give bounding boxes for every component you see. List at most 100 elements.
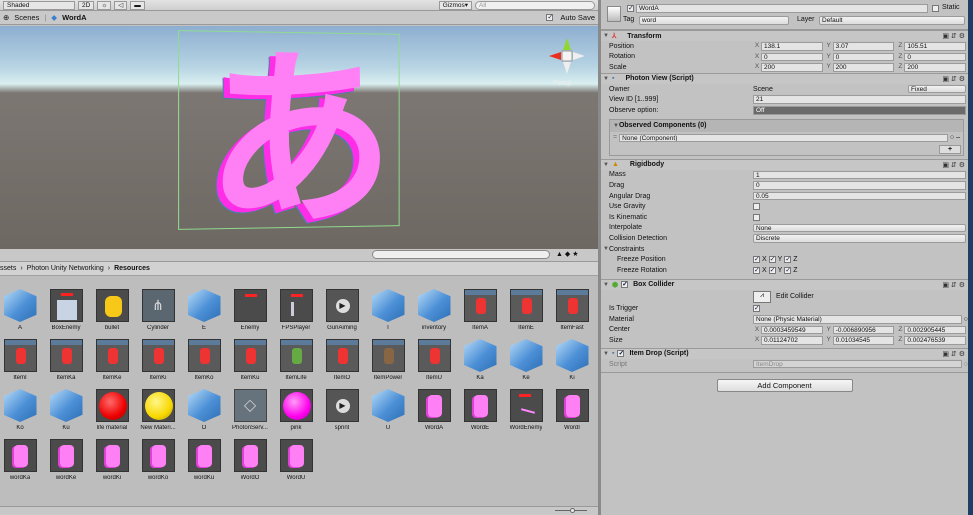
freeze-rot-y[interactable]: ✓	[768, 266, 776, 274]
is-kinematic-checkbox[interactable]	[753, 213, 760, 221]
asset-item-itemke[interactable]: ItemKe	[92, 339, 132, 381]
box-collider-header[interactable]: ▼ ⬢ ✓ Box Collider ▣ ⇵ ⚙	[601, 278, 968, 290]
asset-item-itemka[interactable]: ItemKa	[46, 339, 86, 381]
asset-item-itemki[interactable]: ItemKi	[138, 339, 178, 381]
asset-item-wordi[interactable]: WordI	[552, 389, 592, 431]
asset-item-worda[interactable]: WordA	[414, 389, 454, 431]
asset-item-itemku[interactable]: ItemKu	[230, 339, 270, 381]
view-id-field[interactable]: 21	[753, 95, 966, 104]
projection-label[interactable]: Persp	[553, 80, 571, 87]
filter-icons[interactable]: ▲ ◆ ★	[556, 250, 578, 258]
is-trigger-checkbox[interactable]: ✓	[753, 305, 760, 313]
shading-dropdown[interactable]: Shaded	[3, 0, 75, 10]
observe-dropdown[interactable]: Off	[753, 106, 966, 115]
static-checkbox[interactable]	[932, 5, 939, 12]
item-drop-enabled[interactable]: ✓	[617, 350, 625, 358]
effects-toggle-icon[interactable]: ▬	[130, 0, 145, 10]
constraints-foldout[interactable]: Constraints	[609, 246, 644, 253]
asset-item-life-material[interactable]: life material	[92, 389, 132, 431]
name-field[interactable]: WordA	[636, 4, 928, 13]
freeze-rot-x[interactable]: ✓	[753, 266, 760, 274]
owner-mode-dropdown[interactable]: Fixed	[908, 84, 966, 94]
asset-item-wordki[interactable]: wordKi	[92, 439, 132, 481]
asset-item-wordenemy[interactable]: WordEnemy	[506, 389, 546, 431]
asset-item-e[interactable]: E	[184, 289, 224, 331]
gizmos-dropdown[interactable]: Gizmos ▾	[438, 0, 472, 10]
layer-dropdown[interactable]: Default	[819, 16, 965, 25]
asset-item-ki[interactable]: Ki	[552, 339, 592, 381]
box-collider-enabled[interactable]: ✓	[621, 281, 629, 288]
mass-field[interactable]: 1	[753, 170, 966, 180]
component-tools-icons[interactable]: ▣ ⇵ ⚙	[942, 350, 965, 358]
rigidbody-header[interactable]: ▼ ▲ Rigidbody ▣ ⇵ ⚙	[601, 158, 968, 170]
photon-view-header[interactable]: ▼ ▪ Photon View (Script) ▣ ⇵ ⚙	[601, 72, 968, 84]
asset-item-wordke[interactable]: wordKe	[46, 439, 86, 481]
current-prefab-tab[interactable]: WordA	[62, 13, 86, 22]
collision-detection-dropdown[interactable]: Discrete	[753, 234, 966, 243]
asset-item-fpsplayer[interactable]: FPSPlayer	[276, 289, 316, 331]
asset-item-o[interactable]: O	[184, 389, 224, 431]
asset-item-itemi[interactable]: ItemI	[0, 339, 40, 381]
project-search-input[interactable]	[372, 250, 550, 259]
add-observed-button[interactable]: +	[939, 144, 961, 154]
center-y[interactable]: -0.006890956	[832, 325, 895, 335]
angular-drag-field[interactable]: 0.05	[753, 191, 966, 201]
asset-item-itemo[interactable]: ItemO	[322, 339, 362, 381]
size-z[interactable]: 0.002476539	[904, 336, 967, 345]
lighting-toggle-icon[interactable]: ☼	[97, 0, 112, 10]
remove-icon[interactable]: ○ –	[950, 134, 960, 141]
2d-toggle[interactable]: 2D	[78, 0, 95, 10]
y-field[interactable]: 200	[832, 63, 895, 72]
asset-item-gunaiming[interactable]: ▶ GunAiming	[322, 289, 362, 331]
transform-header[interactable]: ▼ ⅄ Transform ▣ ⇵ ⚙	[601, 30, 968, 41]
word-object[interactable]: あ	[205, 46, 395, 236]
asset-item-itemu[interactable]: ItemU	[414, 339, 454, 381]
drag-handle-icon[interactable]: =	[613, 134, 617, 141]
asset-item-i[interactable]: I	[368, 289, 408, 331]
asset-item-sprint[interactable]: ▶ sprint	[322, 389, 362, 431]
center-x[interactable]: 0.0003459549	[761, 325, 823, 335]
asset-item-new-materi-[interactable]: New Materi...	[138, 389, 178, 431]
asset-item-u[interactable]: U	[368, 389, 408, 431]
zoom-slider-handle[interactable]	[570, 508, 575, 513]
scenes-tab[interactable]: Scenes	[14, 13, 39, 22]
item-drop-header[interactable]: ▼ ▪ ✓ Item Drop (Script) ▣ ⇵ ⚙	[601, 347, 968, 359]
asset-item-itema[interactable]: ItemA	[460, 289, 500, 331]
asset-item-photonserv-[interactable]: ◇ PhotonServ...	[230, 389, 270, 431]
asset-item-ka[interactable]: Ka	[460, 339, 500, 381]
center-z[interactable]: 0.002905445	[904, 325, 967, 335]
observed-item-field[interactable]: None (Component)	[619, 133, 948, 143]
drag-field[interactable]: 0	[753, 181, 966, 190]
size-x[interactable]: 0.01124702	[761, 336, 823, 345]
asset-item-boxenemy[interactable]: BoxEnemy	[46, 289, 86, 331]
asset-item-cylinder[interactable]: ⋔ Cylinder	[138, 289, 178, 331]
freeze-rot-z[interactable]: ✓	[784, 266, 792, 274]
asset-item-pink[interactable]: pink	[276, 389, 316, 431]
asset-item-wordku[interactable]: wordKu	[184, 439, 224, 481]
asset-item-enemy[interactable]: Enemy	[230, 289, 270, 331]
asset-item-iteme[interactable]: ItemE	[506, 289, 546, 331]
tag-dropdown[interactable]: word	[639, 16, 789, 25]
freeze-pos-x[interactable]: ✓	[753, 256, 760, 264]
z-field[interactable]: 200	[904, 63, 967, 72]
asset-item-ke[interactable]: Ke	[506, 339, 546, 381]
scene-viewport[interactable]: あ Persp	[0, 26, 598, 249]
asset-item-wordu[interactable]: WordU	[276, 439, 316, 481]
asset-item-a[interactable]: A	[0, 289, 40, 331]
audio-toggle-icon[interactable]: ◁	[114, 0, 128, 10]
active-checkbox[interactable]: ✓	[627, 5, 634, 12]
asset-item-itempower[interactable]: ItemPower	[368, 339, 408, 381]
z-field[interactable]: 105.51	[904, 42, 967, 51]
freeze-pos-z[interactable]: ✓	[784, 256, 792, 264]
asset-item-wordo[interactable]: WordO	[230, 439, 270, 481]
breadcrumb-assets[interactable]: ssets	[0, 265, 16, 272]
asset-item-wordko[interactable]: wordKo	[138, 439, 178, 481]
asset-item-itemlife[interactable]: ItemLife	[276, 339, 316, 381]
component-tools-icons[interactable]: ▣ ⇵ ⚙	[942, 75, 965, 83]
x-field[interactable]: 200	[761, 63, 823, 72]
edit-collider-button[interactable]: ⩘	[753, 290, 771, 303]
component-tools-icons[interactable]: ▣ ⇵ ⚙	[942, 32, 965, 40]
size-y[interactable]: 0.01034545	[832, 336, 895, 345]
x-field[interactable]: 138.1	[761, 42, 823, 51]
y-field[interactable]: 0	[832, 52, 895, 62]
